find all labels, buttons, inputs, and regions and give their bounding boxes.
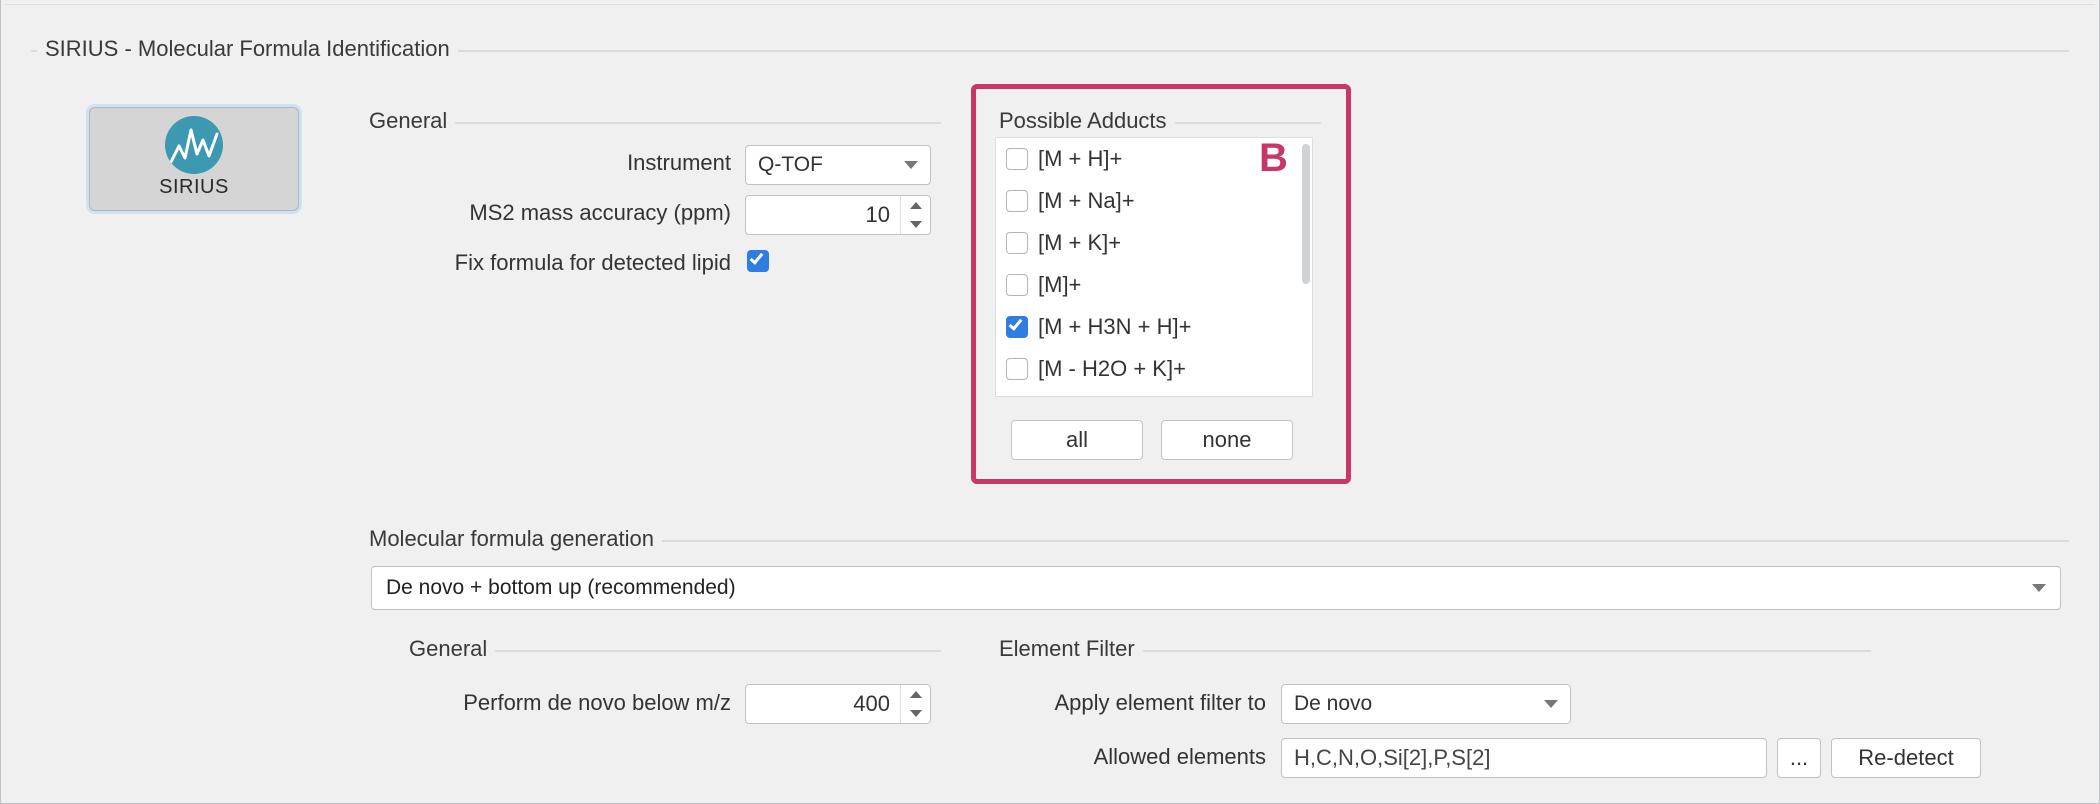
allowed-elements-value: H,C,N,O,Si[2],P,S[2] (1294, 745, 1490, 771)
adduct-label: [M - H2O + K]+ (1038, 356, 1186, 382)
adducts-title: Possible Adducts (991, 108, 1175, 134)
adduct-item[interactable]: [M + K]+ (996, 222, 1312, 264)
adduct-checkbox[interactable] (1006, 190, 1028, 212)
adduct-item[interactable]: [M + H]+ (996, 138, 1312, 180)
spinner-up-icon[interactable] (901, 196, 930, 215)
allowed-elements-input[interactable]: H,C,N,O,Si[2],P,S[2] (1281, 738, 1767, 778)
adduct-label: [M]+ (1038, 272, 1081, 298)
mfg-strategy-value: De novo + bottom up (recommended) (386, 576, 736, 600)
allowed-elements-more-button[interactable]: ... (1777, 738, 1821, 778)
adduct-item[interactable]: [M]+ (996, 264, 1312, 306)
apply-filter-label: Apply element filter to (991, 690, 1266, 716)
fix-formula-checkbox[interactable] (747, 250, 769, 272)
fix-formula-label: Fix formula for detected lipid (361, 250, 731, 276)
ms2-accuracy-label: MS2 mass accuracy (ppm) (361, 200, 731, 226)
denovo-label: Perform de novo below m/z (401, 690, 731, 716)
general-title: General (361, 108, 455, 134)
adduct-label: [M + H3N + H]+ (1038, 314, 1191, 340)
spinner-up-icon[interactable] (901, 685, 930, 704)
chevron-down-icon (904, 161, 918, 169)
allowed-elements-label: Allowed elements (991, 744, 1266, 770)
adduct-label: [M + H]+ (1038, 146, 1122, 172)
adducts-all-label: all (1066, 427, 1088, 453)
adduct-item[interactable]: [M + H3N + H]+ (996, 306, 1312, 348)
sirius-icon (165, 116, 223, 174)
spinner-down-icon[interactable] (901, 704, 930, 723)
adducts-select-none-button[interactable]: none (1161, 420, 1293, 460)
denovo-spinner[interactable]: 400 (745, 684, 931, 724)
adduct-checkbox[interactable] (1006, 274, 1028, 296)
adduct-item[interactable]: [M - H2O + K]+ (996, 348, 1312, 390)
ms2-accuracy-spinner[interactable]: 10 (745, 195, 931, 235)
adduct-label: [M + Na]+ (1038, 188, 1135, 214)
more-label: ... (1790, 745, 1808, 771)
sirius-module-label: SIRIUS (90, 176, 298, 199)
scrollbar-thumb[interactable] (1302, 144, 1310, 284)
adducts-none-label: none (1203, 427, 1252, 453)
element-filter-title: Element Filter (991, 636, 1143, 662)
instrument-value: Q-TOF (758, 153, 823, 177)
mfg-strategy-select[interactable]: De novo + bottom up (recommended) (371, 566, 2061, 610)
redetect-label: Re-detect (1858, 745, 1953, 771)
spinner-down-icon[interactable] (901, 215, 930, 234)
adduct-checkbox[interactable] (1006, 358, 1028, 380)
adduct-item[interactable]: [M + Na]+ (996, 180, 1312, 222)
adduct-label: [M + K]+ (1038, 230, 1121, 256)
panel-title: SIRIUS - Molecular Formula Identificatio… (37, 36, 458, 62)
adduct-checkbox[interactable] (1006, 148, 1028, 170)
redetect-button[interactable]: Re-detect (1831, 738, 1981, 778)
adducts-select-all-button[interactable]: all (1011, 420, 1143, 460)
instrument-label: Instrument (361, 150, 731, 176)
adduct-checkbox[interactable] (1006, 316, 1028, 338)
sirius-panel: SIRIUS - Molecular Formula Identificatio… (0, 0, 2100, 804)
adducts-list[interactable]: [M + H]+ [M + Na]+ [M + K]+ [M]+ [M + H3… (995, 137, 1313, 397)
sirius-module-button[interactable]: SIRIUS (89, 107, 299, 211)
ms2-accuracy-value: 10 (746, 196, 900, 234)
denovo-value: 400 (746, 685, 900, 723)
chevron-down-icon (1544, 700, 1558, 708)
chevron-down-icon (2032, 584, 2046, 592)
mfg-title: Molecular formula generation (361, 526, 662, 552)
instrument-select[interactable]: Q-TOF (745, 145, 931, 185)
adduct-checkbox[interactable] (1006, 232, 1028, 254)
mfg-general-title: General (401, 636, 495, 662)
apply-filter-value: De novo (1294, 692, 1372, 716)
apply-filter-select[interactable]: De novo (1281, 684, 1571, 724)
